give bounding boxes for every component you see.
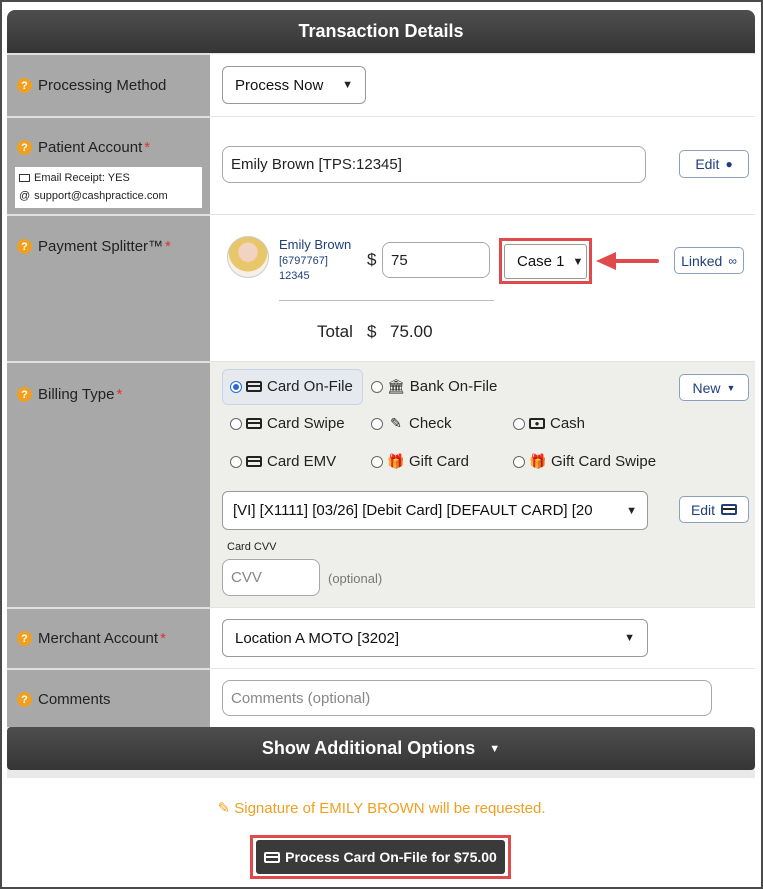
billing-type-label-cell: ? Billing Type * <box>7 361 210 607</box>
comments-label-cell: ? Comments <box>7 668 210 727</box>
help-icon[interactable]: ? <box>17 631 32 646</box>
cvv-optional-hint: (optional) <box>328 571 383 586</box>
patient-avatar <box>227 236 269 278</box>
radio-button[interactable] <box>230 455 242 468</box>
help-icon[interactable]: ? <box>17 140 32 155</box>
split-amount-input[interactable]: 75 <box>382 242 490 278</box>
merchant-account-select[interactable]: Location A MOTO [3202] ▼ <box>222 619 648 657</box>
total-value: 75.00 <box>390 322 433 341</box>
processing-method-label-cell: ? Processing Method <box>7 53 210 116</box>
credit-card-icon <box>264 851 281 863</box>
total-currency: $ <box>367 322 377 341</box>
gift-icon: 🎁 <box>529 453 547 469</box>
credit-card-icon <box>246 418 262 429</box>
at-icon: @ <box>19 190 31 202</box>
comments-label: ? Comments <box>17 691 111 708</box>
card-on-file-select[interactable]: [VI] [X1111] [03/26] [Debit Card] [DEFAU… <box>222 491 648 530</box>
help-icon[interactable]: ? <box>17 239 32 254</box>
patient-email: support@cashpractice.com <box>34 190 168 202</box>
envelope-icon <box>19 174 30 183</box>
panel-header: Transaction Details <box>7 10 755 53</box>
credit-card-icon <box>246 456 262 467</box>
card-edit-button[interactable]: Edit <box>679 496 749 523</box>
panel-title: Transaction Details <box>298 21 464 41</box>
patient-account-label: ? Patient Account * <box>17 139 150 156</box>
pencil-icon: ✎ <box>390 415 402 431</box>
link-icon: ∞ <box>728 253 737 268</box>
billing-option-card-emv[interactable]: Card EMV <box>230 453 336 470</box>
credit-card-icon <box>246 381 262 392</box>
radio-button[interactable] <box>513 455 525 468</box>
splitter-patient-id: [6797767] <box>279 255 328 267</box>
patient-account-input[interactable]: Emily Brown [TPS:12345] <box>222 146 646 183</box>
signature-notice: ✎ Signature of EMILY BROWN will be reque… <box>217 800 546 817</box>
billing-type-label: ? Billing Type * <box>17 386 122 403</box>
split-divider <box>279 300 494 301</box>
user-icon: ● <box>725 157 733 171</box>
cash-icon: ● <box>529 418 545 429</box>
caret-down-icon: ▼ <box>489 742 501 755</box>
radio-button[interactable] <box>371 455 383 468</box>
billing-option-bank-on-file[interactable]: 🏛 Bank On-File <box>371 378 497 395</box>
patient-account-label-cell: ? Patient Account * Email Receipt: YES @ s… <box>7 116 210 214</box>
total-label: Total <box>317 322 353 341</box>
gift-icon: 🎁 <box>387 453 405 469</box>
cvv-input[interactable]: CVV <box>222 559 320 596</box>
billing-option-check[interactable]: ✎ Check <box>371 415 452 432</box>
billing-option-card-on-file[interactable]: Card On-File <box>230 378 353 395</box>
payment-splitter-label: ? Payment Splitter™ * <box>17 238 171 255</box>
radio-button[interactable] <box>230 417 242 430</box>
email-receipt-status: Email Receipt: YES <box>34 172 130 184</box>
processing-method-label: ? Processing Method <box>17 77 166 94</box>
bank-icon: 🏛 <box>387 378 405 394</box>
currency-symbol: $ <box>367 250 377 269</box>
processing-method-select[interactable]: Process Now ▼ <box>222 66 366 104</box>
radio-button[interactable] <box>371 417 383 430</box>
chevron-down-icon: ▼ <box>624 632 635 644</box>
billing-option-card-swipe[interactable]: Card Swipe <box>230 415 345 432</box>
patient-edit-button[interactable]: Edit ● <box>679 150 749 178</box>
process-button[interactable]: Process Card On-File for $75.00 <box>256 840 505 874</box>
credit-card-icon <box>721 504 738 515</box>
cvv-label: Card CVV <box>227 541 277 553</box>
radio-button[interactable] <box>513 417 525 430</box>
radio-button[interactable] <box>230 380 242 393</box>
splitter-patient-name[interactable]: Emily Brown <box>279 237 351 252</box>
radio-button[interactable] <box>371 380 383 393</box>
pencil-icon: ✎ <box>217 800 231 817</box>
merchant-account-label: ? Merchant Account * <box>17 630 166 647</box>
new-billing-button[interactable]: New ▼ <box>679 374 749 401</box>
chevron-down-icon: ▼ <box>626 504 637 517</box>
linked-button[interactable]: Linked ∞ <box>674 247 744 274</box>
billing-option-gift-card-swipe[interactable]: 🎁 Gift Card Swipe <box>513 453 656 470</box>
help-icon[interactable]: ? <box>17 387 32 402</box>
arrow-left-icon <box>596 252 659 270</box>
help-icon[interactable]: ? <box>17 78 32 93</box>
case-highlight-box <box>499 238 592 284</box>
splitter-patient-code: 12345 <box>279 270 310 282</box>
billing-option-cash[interactable]: ● Cash <box>513 415 585 432</box>
merchant-account-label-cell: ? Merchant Account * <box>7 607 210 668</box>
comments-input[interactable]: Comments (optional) <box>222 680 712 716</box>
chevron-down-icon: ▼ <box>342 79 353 91</box>
additional-options-toggle[interactable]: Show Additional Options ▼ <box>7 727 755 770</box>
caret-down-icon: ▼ <box>726 382 736 393</box>
help-icon[interactable]: ? <box>17 692 32 707</box>
patient-contact-box: Email Receipt: YES @ support@cashpractice… <box>15 167 202 208</box>
billing-option-gift-card[interactable]: 🎁 Gift Card <box>371 453 469 470</box>
payment-splitter-label-cell: ? Payment Splitter™ * <box>7 214 210 361</box>
